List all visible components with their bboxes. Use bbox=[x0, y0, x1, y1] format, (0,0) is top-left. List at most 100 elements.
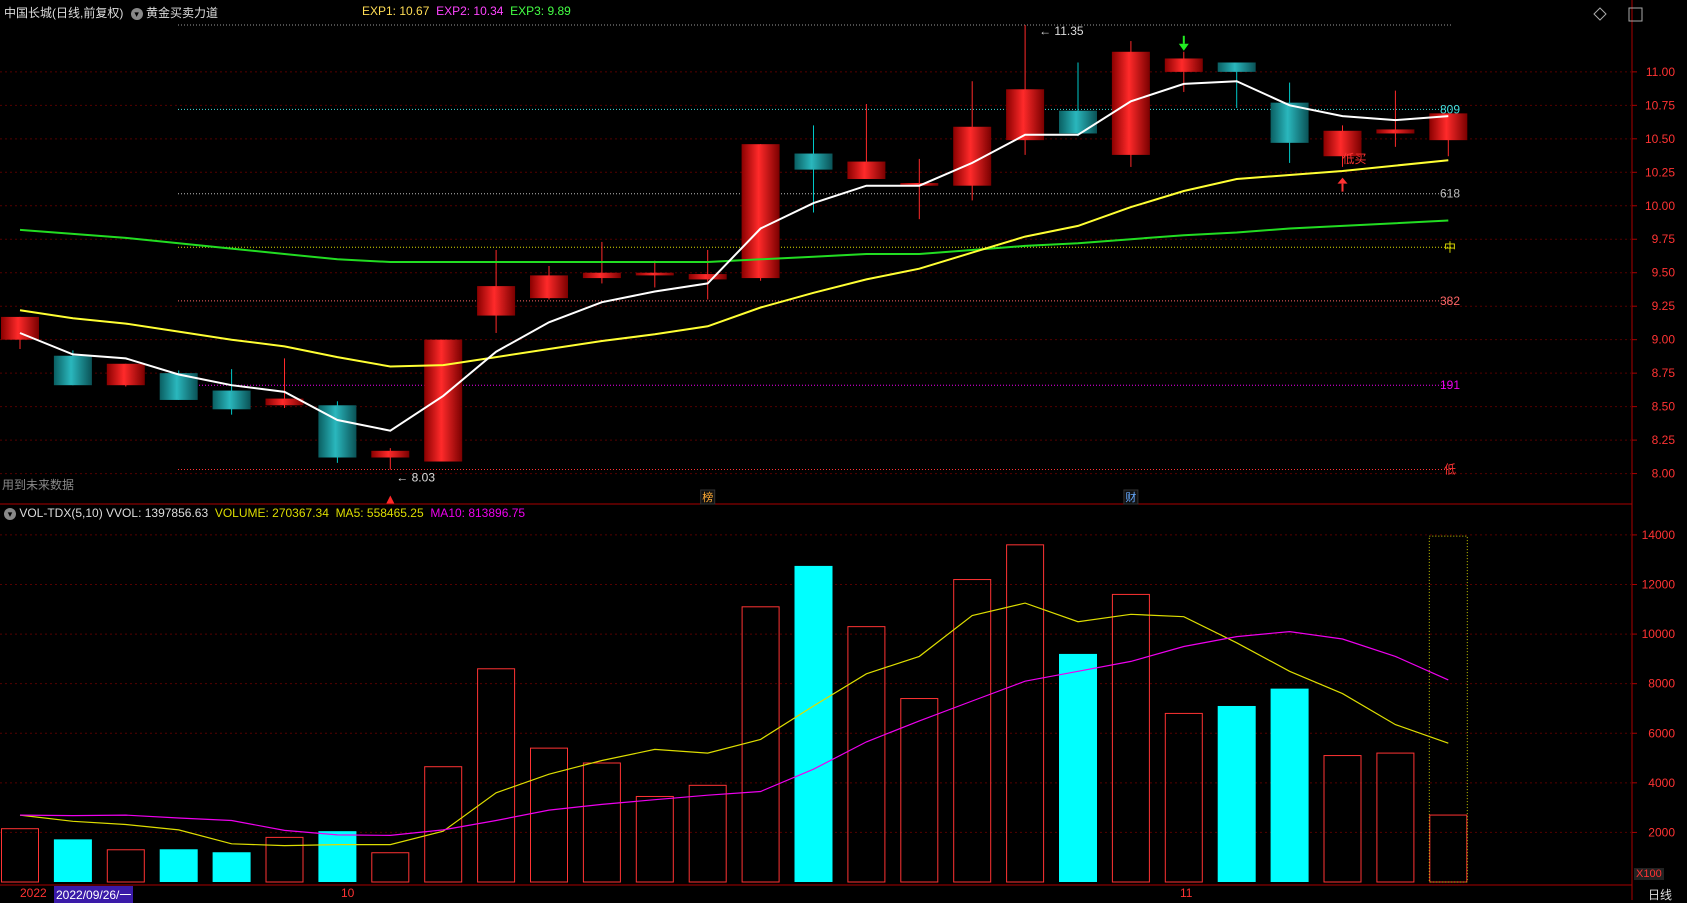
volume-tick-label: 12000 bbox=[1642, 578, 1676, 592]
volume-bar bbox=[1270, 688, 1309, 882]
level-label: 618 bbox=[1440, 187, 1460, 201]
volume-bar bbox=[1006, 544, 1045, 883]
exp1-line bbox=[19, 80, 1449, 432]
volume-indicator-name[interactable]: VOL-TDX(5,10) bbox=[19, 506, 102, 520]
volume-bar bbox=[371, 852, 410, 883]
stock-title[interactable]: 中国长城(日线,前复权) bbox=[4, 6, 123, 20]
volume-bar bbox=[1111, 593, 1150, 883]
volume-panel-header: ▾ VOL-TDX(5,10) VVOL: 1397856.63 VOLUME:… bbox=[4, 506, 525, 520]
price-tick-label: 10.50 bbox=[1645, 132, 1675, 146]
cursor-highlight bbox=[1428, 535, 1468, 883]
volume-unit-label: X100 bbox=[1634, 868, 1664, 880]
volume-value: VOLUME: 270367.34 bbox=[214, 506, 329, 520]
sell-arrow-icon bbox=[1178, 43, 1189, 51]
diamond-toggle-icon[interactable] bbox=[1593, 7, 1607, 21]
stock-chart[interactable]: 809618中382191低 8.008.258.508.759.009.259… bbox=[0, 0, 1687, 900]
volume-bar bbox=[1217, 705, 1256, 882]
price-tick-label: 9.75 bbox=[1652, 232, 1676, 246]
chart-annotations: ← 11.35 ← 8.03 低买榜 财 bbox=[386, 24, 1367, 505]
price-tick-label: 8.25 bbox=[1652, 433, 1676, 447]
price-tick-label: 9.00 bbox=[1652, 333, 1676, 347]
candle-body bbox=[212, 390, 251, 410]
ma5-value: MA5: 558465.25 bbox=[335, 506, 424, 520]
volume-tick-label: 8000 bbox=[1648, 677, 1675, 691]
volume-bar bbox=[530, 747, 568, 883]
price-axis-ticks: 8.00 8.25 8.50 8.75 9.00 9.25 9.50 9.75 10.00 10.… bbox=[1632, 65, 1676, 839]
collapse-icon[interactable]: ▾ bbox=[4, 508, 16, 520]
volume-bar bbox=[318, 831, 357, 882]
volume-bar bbox=[1323, 755, 1362, 883]
candle-body bbox=[1, 316, 39, 340]
volume-bar bbox=[1376, 752, 1415, 883]
volume-bar bbox=[1, 828, 39, 883]
buy-arrow-icon bbox=[1337, 177, 1348, 184]
high-price-label: ← 11.35 bbox=[1039, 24, 1084, 38]
candle-body bbox=[1059, 110, 1097, 134]
buy-signal-triangle bbox=[386, 495, 395, 504]
level-label: 中 bbox=[1444, 239, 1456, 254]
level-label: 382 bbox=[1440, 294, 1460, 308]
candle-body bbox=[1006, 89, 1045, 141]
window-restore-icon[interactable] bbox=[1628, 7, 1643, 22]
volume-bar bbox=[1059, 653, 1097, 882]
candle-body bbox=[635, 272, 674, 276]
indicator-lines bbox=[19, 80, 1449, 432]
candle-body bbox=[106, 363, 145, 386]
candle-body bbox=[477, 286, 516, 316]
cursor-date-label: 2022/09/26/一 bbox=[54, 886, 134, 903]
buy-signal-label: 低买 bbox=[1342, 152, 1366, 166]
candle-body bbox=[1376, 129, 1415, 134]
event-marker-bang: 榜 bbox=[702, 490, 713, 504]
candle-body bbox=[688, 274, 727, 280]
volume-bar bbox=[847, 626, 886, 883]
volume-bar bbox=[106, 849, 145, 883]
candle-body bbox=[530, 275, 568, 299]
price-panel-header: 中国长城(日线,前复权) ▾ 黄金买卖力道 bbox=[4, 4, 218, 21]
price-tick-label: 8.00 bbox=[1652, 467, 1676, 481]
month-11-label: 11 bbox=[1180, 886, 1193, 900]
event-marker-cai: 财 bbox=[1125, 490, 1136, 504]
indicator-name[interactable]: 黄金买卖力道 bbox=[146, 6, 218, 20]
collapse-icon[interactable]: ▾ bbox=[130, 8, 143, 20]
exp3-value: EXP3: 9.89 bbox=[510, 4, 571, 18]
exp1-value: EXP1: 10.67 bbox=[362, 4, 430, 18]
price-tick-label: 9.25 bbox=[1652, 299, 1676, 313]
volume-bar bbox=[424, 766, 463, 883]
volume-tick-label: 4000 bbox=[1648, 776, 1675, 790]
volume-tick-label: 14000 bbox=[1642, 528, 1676, 542]
future-data-note: 用到未来数据 bbox=[2, 478, 75, 492]
candle-body bbox=[1217, 62, 1256, 72]
month-10-label: 10 bbox=[341, 886, 355, 900]
candle-body bbox=[794, 153, 833, 170]
price-tick-label: 8.75 bbox=[1652, 366, 1676, 380]
level-label: 191 bbox=[1440, 378, 1460, 392]
volume-bar bbox=[477, 668, 516, 883]
price-tick-label: 10.75 bbox=[1645, 98, 1675, 112]
volume-bar bbox=[688, 784, 727, 883]
level-label: 低 bbox=[1444, 463, 1456, 477]
candle-body bbox=[847, 161, 886, 179]
candle-body bbox=[371, 450, 410, 458]
volume-bar bbox=[794, 565, 833, 882]
vvol-value: VVOL: 1397856.63 bbox=[106, 506, 209, 520]
price-tick-label: 10.25 bbox=[1645, 165, 1675, 179]
candle-body bbox=[582, 272, 621, 279]
volume-bar bbox=[582, 762, 621, 883]
exp-values: EXP1: 10.67 EXP2: 10.34 EXP3: 9.89 bbox=[362, 4, 571, 18]
volume-bar bbox=[159, 849, 198, 882]
volume-bar bbox=[741, 606, 780, 883]
volume-bar bbox=[635, 795, 674, 883]
volume-bar bbox=[53, 839, 92, 882]
price-tick-label: 10.00 bbox=[1645, 199, 1675, 213]
low-price-label: ← 8.03 bbox=[396, 471, 435, 485]
price-tick-label: 8.50 bbox=[1652, 400, 1676, 414]
volume-bar bbox=[265, 836, 304, 883]
volume-bar bbox=[1164, 712, 1203, 883]
ma10-value: MA10: 813896.75 bbox=[430, 506, 526, 520]
volume-tick-label: 2000 bbox=[1648, 825, 1675, 839]
price-tick-label: 9.50 bbox=[1652, 266, 1676, 280]
candle-body bbox=[1111, 51, 1150, 155]
period-label[interactable]: 日线 bbox=[1648, 886, 1672, 903]
volume-tick-label: 6000 bbox=[1648, 726, 1675, 740]
candle-body bbox=[53, 355, 92, 386]
